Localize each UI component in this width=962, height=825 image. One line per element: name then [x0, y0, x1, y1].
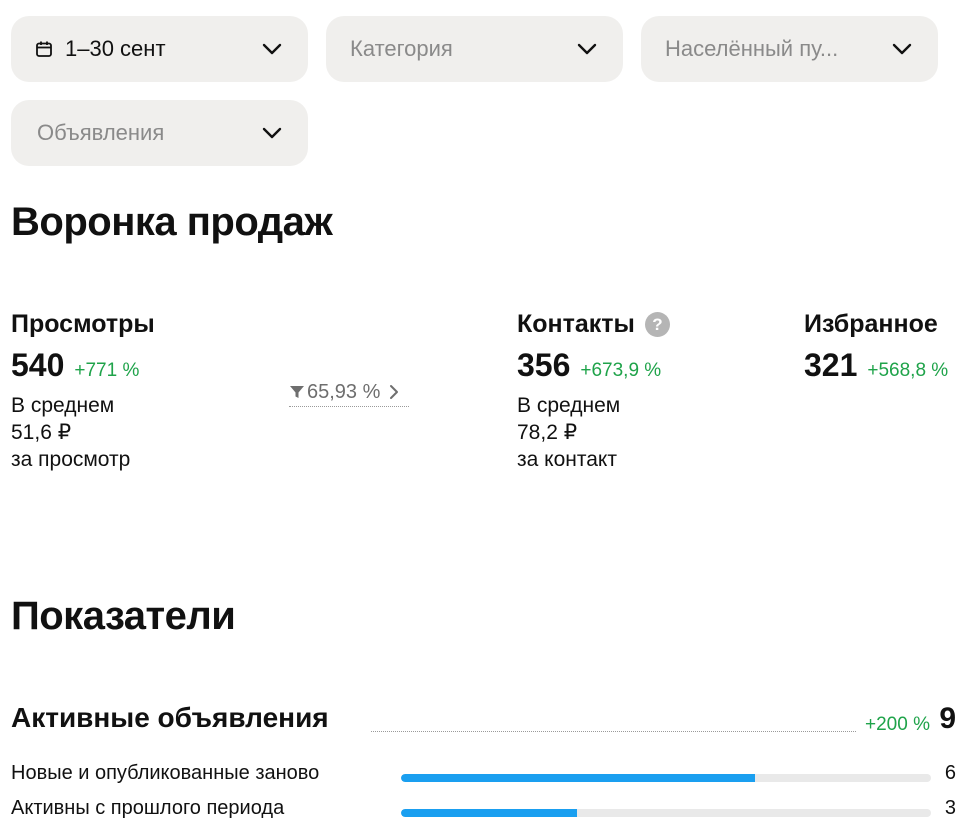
views-label: Просмотры — [11, 310, 155, 338]
city-placeholder: Населённый пу... — [665, 36, 839, 61]
breakdown-label: Новые и опубликованные заново — [11, 762, 320, 784]
contacts-value: 356 — [517, 347, 571, 383]
contacts-avg-label: В среднем — [517, 394, 621, 417]
breakdown-row: Активны с прошлого периода 3 — [11, 797, 956, 825]
conversion-rate-link[interactable]: 65,93 % — [289, 378, 409, 407]
funnel-stage-views: Просмотры 540 +771 % В среднем 51,6 ₽ за… — [11, 310, 155, 473]
category-placeholder: Категория — [350, 36, 453, 61]
category-filter[interactable]: Категория — [326, 16, 623, 82]
favorites-value: 321 — [804, 347, 858, 383]
views-avg-unit: за просмотр — [11, 448, 131, 471]
views-value: 540 — [11, 347, 65, 383]
chevron-down-icon — [260, 37, 284, 61]
chevron-down-icon — [260, 121, 284, 145]
breakdown-value: 3 — [944, 797, 956, 819]
progress-track — [401, 774, 931, 782]
breakdown-label: Активны с прошлого периода — [11, 797, 285, 819]
views-change: +771 % — [74, 360, 140, 381]
contacts-avg-value: 78,2 ₽ — [517, 421, 578, 444]
progress-fill — [401, 774, 755, 782]
funnel-stage-contacts: Контакты ? 356 +673,9 % В среднем 78,2 ₽… — [517, 310, 670, 473]
calendar-icon — [35, 40, 53, 58]
ads-placeholder: Объявления — [37, 120, 165, 145]
progress-fill — [401, 809, 578, 817]
city-filter[interactable]: Населённый пу... — [641, 16, 938, 82]
date-range-filter[interactable]: 1–30 сент — [11, 16, 308, 82]
favorites-label: Избранное — [804, 310, 938, 338]
funnel-filter-icon — [289, 384, 305, 400]
breakdown-value: 6 — [944, 762, 956, 784]
help-icon[interactable]: ? — [644, 312, 670, 337]
active-ads-row: Активные объявления +200 % 9 — [11, 702, 956, 742]
views-avg-value: 51,6 ₽ — [11, 421, 72, 444]
contacts-label: Контакты — [517, 310, 635, 338]
chevron-right-icon — [386, 383, 402, 401]
ads-filter[interactable]: Объявления — [11, 100, 308, 166]
active-ads-change: +200 % — [865, 714, 930, 735]
favorites-change: +568,8 % — [867, 360, 949, 381]
funnel-title: Воронка продаж — [11, 200, 333, 244]
contacts-change: +673,9 % — [580, 360, 662, 381]
conversion-rate-value: 65,93 % — [307, 380, 381, 403]
chevron-down-icon — [575, 37, 599, 61]
metrics-title: Показатели — [11, 594, 236, 638]
active-ads-title: Активные объявления — [11, 702, 329, 733]
chevron-down-icon — [890, 37, 914, 61]
dotted-leader — [371, 731, 856, 732]
progress-track — [401, 809, 931, 817]
date-range-value: 1–30 сент — [65, 36, 166, 61]
breakdown-row: Новые и опубликованные заново 6 — [11, 762, 956, 790]
views-avg-label: В среднем — [11, 394, 115, 417]
contacts-avg-unit: за контакт — [517, 448, 617, 471]
active-ads-value: 9 — [939, 702, 956, 735]
funnel-stage-favorites: Избранное 321 +568,8 % — [804, 310, 948, 384]
